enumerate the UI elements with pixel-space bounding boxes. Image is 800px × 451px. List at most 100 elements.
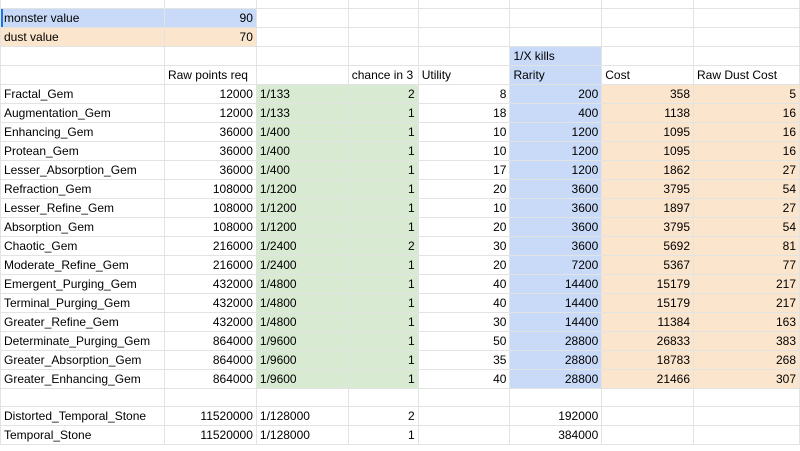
cell-raw-points[interactable]: 36000 [163,160,257,180]
cell-utility[interactable]: 10 [417,122,511,142]
cell-raw-points[interactable]: 12000 [163,103,257,123]
cell-cost[interactable]: 11384 [601,312,695,332]
cell-raw-dust[interactable]: 383 [693,331,800,351]
cell-gem-name[interactable]: Lesser_Refine_Gem [0,198,165,218]
cell-raw-dust[interactable]: 16 [693,122,800,142]
cell-raw-dust[interactable]: 16 [693,141,800,161]
cell-cost[interactable]: 15179 [601,293,695,313]
cell-cost[interactable]: 21466 [601,369,695,389]
cell-raw-points[interactable]: 108000 [163,198,257,218]
header-chance[interactable]: chance in 3 [347,65,419,85]
cell-raw-dust[interactable]: 27 [693,198,800,218]
cell-raw-points[interactable]: 108000 [163,179,257,199]
cell-utility[interactable]: 40 [417,369,511,389]
cell-utility[interactable]: 30 [417,236,511,256]
cell-gem-name[interactable]: Refraction_Gem [0,179,165,199]
cell-empty[interactable] [417,388,511,407]
cell-gem-name[interactable]: Protean_Gem [0,141,165,161]
cell-utility[interactable] [417,406,511,426]
cell-utility[interactable]: 50 [417,331,511,351]
cell-raw-points[interactable]: 12000 [163,84,257,104]
cell-rarity[interactable]: 3600 [509,217,603,237]
cell-utility[interactable]: 17 [417,160,511,180]
cell-raw-points[interactable]: 108000 [163,217,257,237]
cell-gem-name[interactable]: Greater_Absorption_Gem [0,350,165,370]
header-utility[interactable]: Utility [417,65,511,85]
cell-fraction[interactable]: 1/2400 [255,236,349,256]
cell-setting-value[interactable]: 70 [163,27,257,47]
cell-chance[interactable]: 1 [347,350,419,370]
cell-fraction[interactable]: 1/1200 [255,217,349,237]
cell-raw-dust[interactable]: 163 [693,312,800,332]
cell-chance[interactable]: 1 [347,160,419,180]
cell-cost[interactable]: 3795 [601,179,695,199]
cell-chance[interactable]: 2 [347,236,419,256]
cell-gem-name[interactable]: Moderate_Refine_Gem [0,255,165,275]
cell-empty[interactable] [601,388,695,407]
cell-chance[interactable]: 1 [347,312,419,332]
cell-gem-name[interactable]: Terminal_Purging_Gem [0,293,165,313]
cell-cost[interactable]: 26833 [601,331,695,351]
cell-chance[interactable]: 1 [347,217,419,237]
cell-rarity[interactable]: 400 [509,103,603,123]
cell-raw-points[interactable]: 432000 [163,312,257,332]
cell-cost[interactable]: 5367 [601,255,695,275]
cell-utility[interactable]: 10 [417,198,511,218]
cell-rarity[interactable]: 14400 [509,312,603,332]
cell-fraction[interactable]: 1/1200 [255,198,349,218]
cell-cost[interactable]: 5692 [601,236,695,256]
cell-setting-label[interactable]: monster value [0,8,165,28]
cell-rarity-top-header[interactable]: 1/X kills [509,46,603,66]
cell-chance[interactable]: 1 [347,425,419,445]
cell-empty[interactable] [163,388,257,407]
cell-fraction[interactable]: 1/400 [255,141,349,161]
cell-rarity[interactable]: 28800 [509,331,603,351]
cell-raw-dust[interactable]: 81 [693,236,800,256]
cell-raw-points[interactable]: 864000 [163,350,257,370]
cell-chance[interactable]: 1 [347,122,419,142]
cell-rarity[interactable]: 3600 [509,198,603,218]
cell-raw-points[interactable]: 432000 [163,274,257,294]
cell-raw-dust[interactable]: 54 [693,179,800,199]
cell-empty[interactable] [0,388,165,407]
cell-utility[interactable]: 18 [417,103,511,123]
cell-gem-name[interactable]: Enhancing_Gem [0,122,165,142]
cell-cost[interactable]: 1095 [601,141,695,161]
cell-chance[interactable]: 2 [347,406,419,426]
cell-fraction[interactable]: 1/400 [255,160,349,180]
cell-raw-points[interactable]: 36000 [163,122,257,142]
cell-raw-dust[interactable]: 27 [693,160,800,180]
header-raw-points[interactable]: Raw points req [163,65,257,85]
cell-rarity[interactable]: 14400 [509,274,603,294]
cell-raw-dust[interactable]: 77 [693,255,800,275]
cell-rarity[interactable]: 3600 [509,236,603,256]
cell-raw-dust[interactable]: 268 [693,350,800,370]
cell-fraction[interactable]: 1/400 [255,122,349,142]
cell-rarity[interactable]: 1200 [509,141,603,161]
cell-stone-name[interactable]: Distorted_Temporal_Stone [0,406,165,426]
cell-rarity[interactable]: 192000 [509,406,603,426]
cell-gem-name[interactable]: Augmentation_Gem [0,103,165,123]
cell-rarity[interactable]: 1200 [509,160,603,180]
cell-gem-name[interactable]: Chaotic_Gem [0,236,165,256]
cell-fraction[interactable]: 1/133 [255,84,349,104]
cell-raw-points[interactable]: 11520000 [163,406,257,426]
cell-utility[interactable]: 35 [417,350,511,370]
cell-empty[interactable] [509,388,603,407]
cell-cost[interactable]: 1095 [601,122,695,142]
cell-fraction[interactable]: 1/9600 [255,369,349,389]
cell-raw-points[interactable]: 864000 [163,331,257,351]
cell-setting-label[interactable]: dust value [0,27,165,47]
cell-cost[interactable]: 358 [601,84,695,104]
cell-gem-name[interactable]: Absorption_Gem [0,217,165,237]
cell-chance[interactable]: 1 [347,293,419,313]
cell-rarity[interactable]: 384000 [509,425,603,445]
cell-rarity[interactable]: 28800 [509,369,603,389]
cell-raw-points[interactable]: 216000 [163,255,257,275]
cell-rarity[interactable]: 3600 [509,179,603,199]
cell-fraction[interactable]: 1/4800 [255,274,349,294]
cell-fraction[interactable]: 1/133 [255,103,349,123]
cell-raw-dust[interactable]: 307 [693,369,800,389]
cell-utility[interactable]: 8 [417,84,511,104]
cell-gem-name[interactable]: Determinate_Purging_Gem [0,331,165,351]
